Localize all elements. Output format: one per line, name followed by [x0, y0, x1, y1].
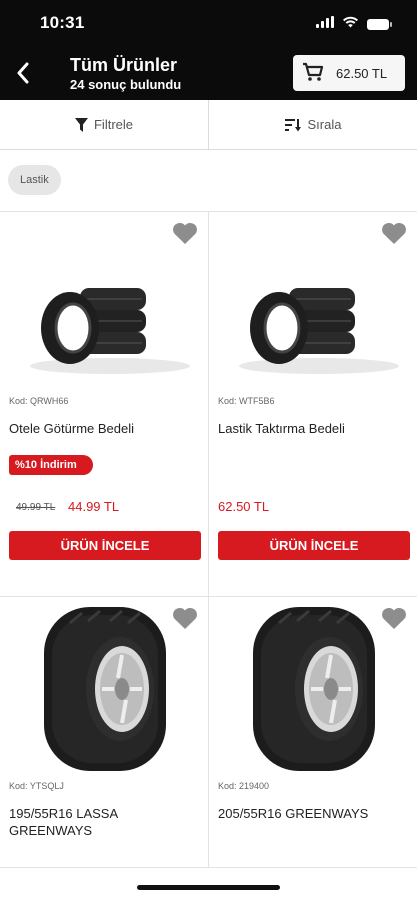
product-name: Lastik Taktırma Bedeli	[218, 421, 345, 436]
product-price: 44.99 TL	[68, 499, 120, 514]
sort-button[interactable]: Sırala	[209, 100, 417, 149]
filter-icon	[74, 117, 88, 132]
discount-badge: %10 İndirim	[9, 455, 93, 475]
favorite-heart-icon[interactable]	[381, 222, 407, 250]
product-card[interactable]: Kod: WTF5B6 Lastik Taktırma Bedeli 62.50…	[209, 212, 417, 597]
product-code: Kod: 219400	[218, 781, 270, 791]
chevron-left-icon	[17, 62, 29, 84]
home-indicator[interactable]	[137, 885, 280, 890]
app-header: 10:31 Tüm Ürünler 24 sonuç bulundu 62.50…	[0, 0, 417, 100]
tire-stack-icon	[30, 288, 190, 374]
cart-icon	[302, 62, 324, 87]
filter-label: Filtrele	[93, 117, 133, 132]
favorite-heart-icon[interactable]	[172, 222, 198, 250]
product-name: Otele Götürme Bedeli	[9, 421, 135, 436]
category-chip[interactable]: Lastik	[8, 165, 61, 195]
favorite-heart-icon[interactable]	[172, 607, 198, 635]
inspect-product-button[interactable]: ÜRÜN İNCELE	[9, 531, 201, 560]
status-time: 10:31	[40, 13, 85, 32]
cart-total: 62.50 TL	[336, 65, 388, 81]
product-code: Kod: QRWH66	[9, 396, 69, 406]
page-title: Tüm Ürünler	[70, 55, 178, 75]
wifi-icon	[342, 15, 359, 33]
cart-button[interactable]: 62.50 TL	[293, 55, 405, 91]
filter-sort-bar: Filtrele Sırala	[0, 100, 417, 150]
tire-stack-icon	[239, 288, 399, 374]
result-count: 24 sonuç bulundu	[70, 77, 182, 92]
product-name: 195/55R16 LASSA GREENWAYS	[9, 806, 118, 838]
filter-button[interactable]: Filtrele	[0, 100, 209, 149]
product-name: 205/55R16 GREENWAYS	[218, 806, 369, 821]
product-code: Kod: YTSQLJ	[9, 781, 64, 791]
old-price: 49.99 TL	[16, 502, 56, 513]
product-image-tire-stack	[0, 270, 208, 380]
sort-label: Sırala	[307, 117, 342, 132]
product-price: 62.50 TL	[218, 499, 270, 514]
signal-icon	[316, 15, 334, 33]
product-card[interactable]: Kod: QRWH66 Otele Götürme Bedeli %10 İnd…	[0, 212, 209, 597]
status-icons	[316, 15, 392, 33]
inspect-product-button[interactable]: ÜRÜN İNCELE	[218, 531, 410, 560]
product-card[interactable]: Kod: 219400 205/55R16 GREENWAYS	[209, 597, 417, 868]
product-image-tire-stack	[209, 270, 417, 380]
battery-icon	[367, 18, 392, 30]
product-card[interactable]: Kod: YTSQLJ 195/55R16 LASSA GREENWAYS	[0, 597, 209, 868]
favorite-heart-icon[interactable]	[381, 607, 407, 635]
product-code: Kod: WTF5B6	[218, 396, 275, 406]
sort-icon	[284, 118, 301, 131]
back-button[interactable]	[12, 60, 34, 86]
